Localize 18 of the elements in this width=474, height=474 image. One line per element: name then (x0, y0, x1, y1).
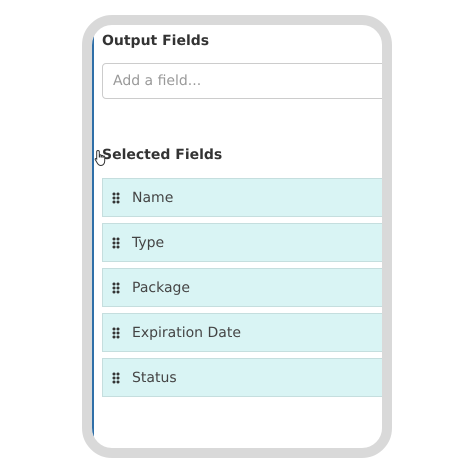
section-title: Output Fields (102, 33, 210, 49)
section-title: Selected Fields (102, 147, 222, 163)
drag-handle-icon (112, 282, 120, 294)
field-row[interactable]: Type (102, 223, 382, 262)
drag-handle-icon (112, 192, 120, 204)
field-row[interactable]: Expiration Date (102, 313, 382, 352)
field-label: Name (132, 190, 174, 206)
field-row[interactable]: Package (102, 268, 382, 307)
add-field-input[interactable]: Add a field... (102, 63, 382, 99)
field-row[interactable]: Status (102, 358, 382, 397)
drag-handle-icon (112, 326, 120, 338)
drag-handle-icon (112, 236, 120, 248)
field-label: Expiration Date (132, 324, 241, 340)
field-label: Package (132, 280, 190, 296)
field-label: Type (132, 234, 164, 250)
field-label: Status (132, 370, 177, 386)
drag-handle-icon (112, 372, 120, 384)
field-row[interactable]: Name (102, 178, 382, 217)
